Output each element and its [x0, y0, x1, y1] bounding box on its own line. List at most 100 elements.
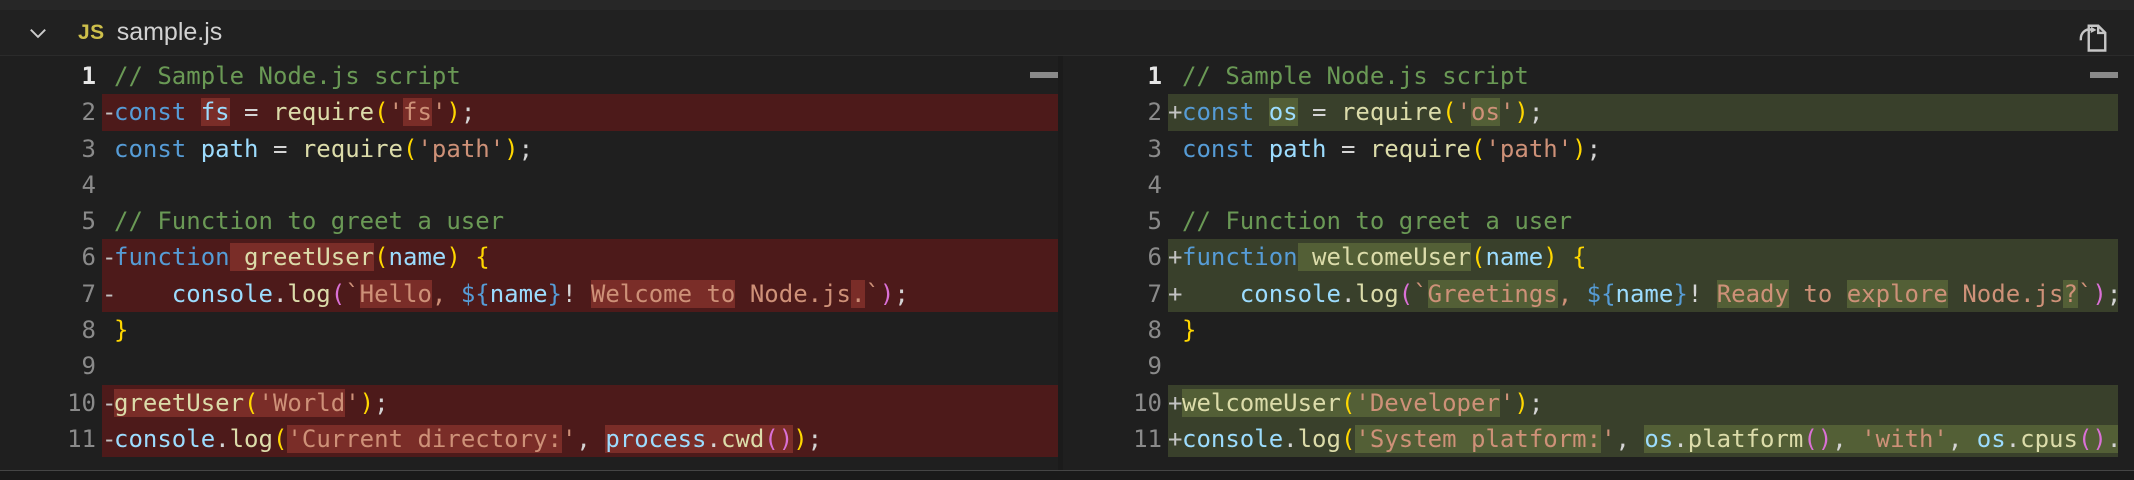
line-content: -function greetUser(name) { [102, 239, 1058, 275]
diff-line[interactable]: 7+ console.log(`Greetings, ${name}! Read… [1063, 276, 2134, 312]
line-content: const path = require('path'); [1168, 131, 2118, 167]
line-number: 8 [0, 312, 102, 348]
diff-line[interactable]: 9 [1063, 348, 2134, 384]
diff-line[interactable]: 11-console.log('Current directory:', pro… [0, 421, 1058, 457]
line-number: 2 [0, 94, 102, 130]
diff-line[interactable]: 1 // Sample Node.js script [0, 58, 1058, 94]
diff-sign [1168, 312, 1182, 348]
code-text: function greetUser(name) { [114, 239, 490, 275]
line-content: +function welcomeUser(name) { [1168, 239, 2118, 275]
code-text: console.log('Current directory:', proces… [114, 421, 822, 457]
diff-sign [1168, 348, 1182, 384]
diff-line[interactable]: 4 [1063, 167, 2134, 203]
diff-line[interactable]: 9 [0, 348, 1058, 384]
line-number: 9 [1063, 348, 1168, 384]
line-content: // Sample Node.js script [1168, 58, 2118, 94]
line-number: 8 [1063, 312, 1168, 348]
line-number: 6 [0, 239, 102, 275]
diff-sign [102, 131, 114, 167]
line-number: 11 [1063, 421, 1168, 457]
line-number: 1 [1063, 58, 1168, 94]
line-number: 7 [1063, 276, 1168, 312]
go-to-file-icon[interactable] [2074, 17, 2114, 57]
diff-sign: - [102, 421, 114, 457]
diff-line[interactable]: 7- console.log(`Hello, ${name}! Welcome … [0, 276, 1058, 312]
line-number: 5 [0, 203, 102, 239]
code-text: welcomeUser('Developer'); [1182, 385, 1543, 421]
diff-line[interactable]: 8} [0, 312, 1058, 348]
line-content: // Function to greet a user [1168, 203, 2118, 239]
line-number: 1 [0, 58, 102, 94]
diff-pane-original[interactable]: 1// Sample Node.js script2-const fs = re… [0, 56, 1058, 470]
diff-pane-modified[interactable]: 1// Sample Node.js script2+const os = re… [1063, 56, 2134, 470]
diff-line[interactable]: 4 [0, 167, 1058, 203]
line-content: - console.log(`Hello, ${name}! Welcome t… [102, 276, 1058, 312]
line-content: -console.log('Current directory:', proce… [102, 421, 1058, 457]
code-text: const fs = require('fs'); [114, 94, 475, 130]
file-diff-header[interactable]: JS sample.js [0, 10, 2134, 56]
diff-sign [102, 312, 114, 348]
javascript-file-icon: JS [78, 21, 105, 45]
chevron-down-icon[interactable] [26, 21, 50, 45]
code-text: greetUser('World'); [114, 385, 389, 421]
diff-sign [1168, 131, 1182, 167]
diff-sign [102, 58, 114, 94]
diff-sign: - [102, 385, 114, 421]
diff-line[interactable]: 3const path = require('path'); [0, 131, 1058, 167]
code-text: console.log(`Greetings, ${name}! Ready t… [1182, 276, 2118, 312]
code-text: // Function to greet a user [114, 203, 504, 239]
code-text: // Sample Node.js script [114, 58, 461, 94]
line-content: +console.log('System platform:', os.plat… [1168, 421, 2118, 457]
diff-line[interactable]: 5 // Function to greet a user [1063, 203, 2134, 239]
diff-line[interactable]: 6+function welcomeUser(name) { [1063, 239, 2134, 275]
code-text: // Sample Node.js script [1182, 58, 1529, 94]
diff-line[interactable]: 8} [1063, 312, 2134, 348]
code-text: console.log(`Hello, ${name}! Welcome to … [114, 276, 909, 312]
diff-line[interactable]: 11+console.log('System platform:', os.pl… [1063, 421, 2134, 457]
line-content [1168, 348, 2118, 384]
horizontal-scrollbar-slider[interactable] [2090, 72, 2118, 78]
line-content [102, 348, 1058, 384]
diff-sign [102, 203, 114, 239]
file-name: sample.js [117, 18, 223, 47]
diff-sign: + [1168, 276, 1182, 312]
code-text: function welcomeUser(name) { [1182, 239, 1587, 275]
code-text: const os = require('os'); [1182, 94, 1543, 130]
line-number: 10 [1063, 385, 1168, 421]
code-text: // Function to greet a user [1182, 203, 1572, 239]
line-number: 5 [1063, 203, 1168, 239]
diff-editor: JS sample.js 1// Sample Node.js script2-… [0, 0, 2134, 480]
diff-line[interactable]: 1 // Sample Node.js script [1063, 58, 2134, 94]
diff-sign: + [1168, 385, 1182, 421]
diff-sign [1168, 58, 1182, 94]
diff-line[interactable]: 2+const os = require('os'); [1063, 94, 2134, 130]
diff-line[interactable]: 10-greetUser('World'); [0, 385, 1058, 421]
line-number: 2 [1063, 94, 1168, 130]
diff-line[interactable]: 6-function greetUser(name) { [0, 239, 1058, 275]
line-content [1168, 167, 2118, 203]
diff-sign [102, 348, 114, 384]
diff-sign: + [1168, 239, 1182, 275]
diff-line[interactable]: 2-const fs = require('fs'); [0, 94, 1058, 130]
code-text: const path = require('path'); [1182, 131, 1601, 167]
code-text: } [114, 312, 128, 348]
line-content [102, 167, 1058, 203]
diff-sign: - [102, 239, 114, 275]
diff-sign [1168, 203, 1182, 239]
diff-line[interactable]: 3 const path = require('path'); [1063, 131, 2134, 167]
line-content: -greetUser('World'); [102, 385, 1058, 421]
diff-line[interactable]: 10+welcomeUser('Developer'); [1063, 385, 2134, 421]
diff-sign [102, 167, 114, 203]
horizontal-scrollbar-slider[interactable] [1030, 72, 1058, 78]
top-strip [0, 0, 2134, 10]
bottom-divider [0, 470, 2134, 480]
diff-body: 1// Sample Node.js script2-const fs = re… [0, 56, 2134, 470]
code-text: console.log('System platform:', os.platf… [1182, 421, 2118, 457]
line-number: 11 [0, 421, 102, 457]
line-number: 7 [0, 276, 102, 312]
line-number: 6 [1063, 239, 1168, 275]
line-number: 10 [0, 385, 102, 421]
line-number: 4 [1063, 167, 1168, 203]
diff-line[interactable]: 5 // Function to greet a user [0, 203, 1058, 239]
line-number: 3 [1063, 131, 1168, 167]
